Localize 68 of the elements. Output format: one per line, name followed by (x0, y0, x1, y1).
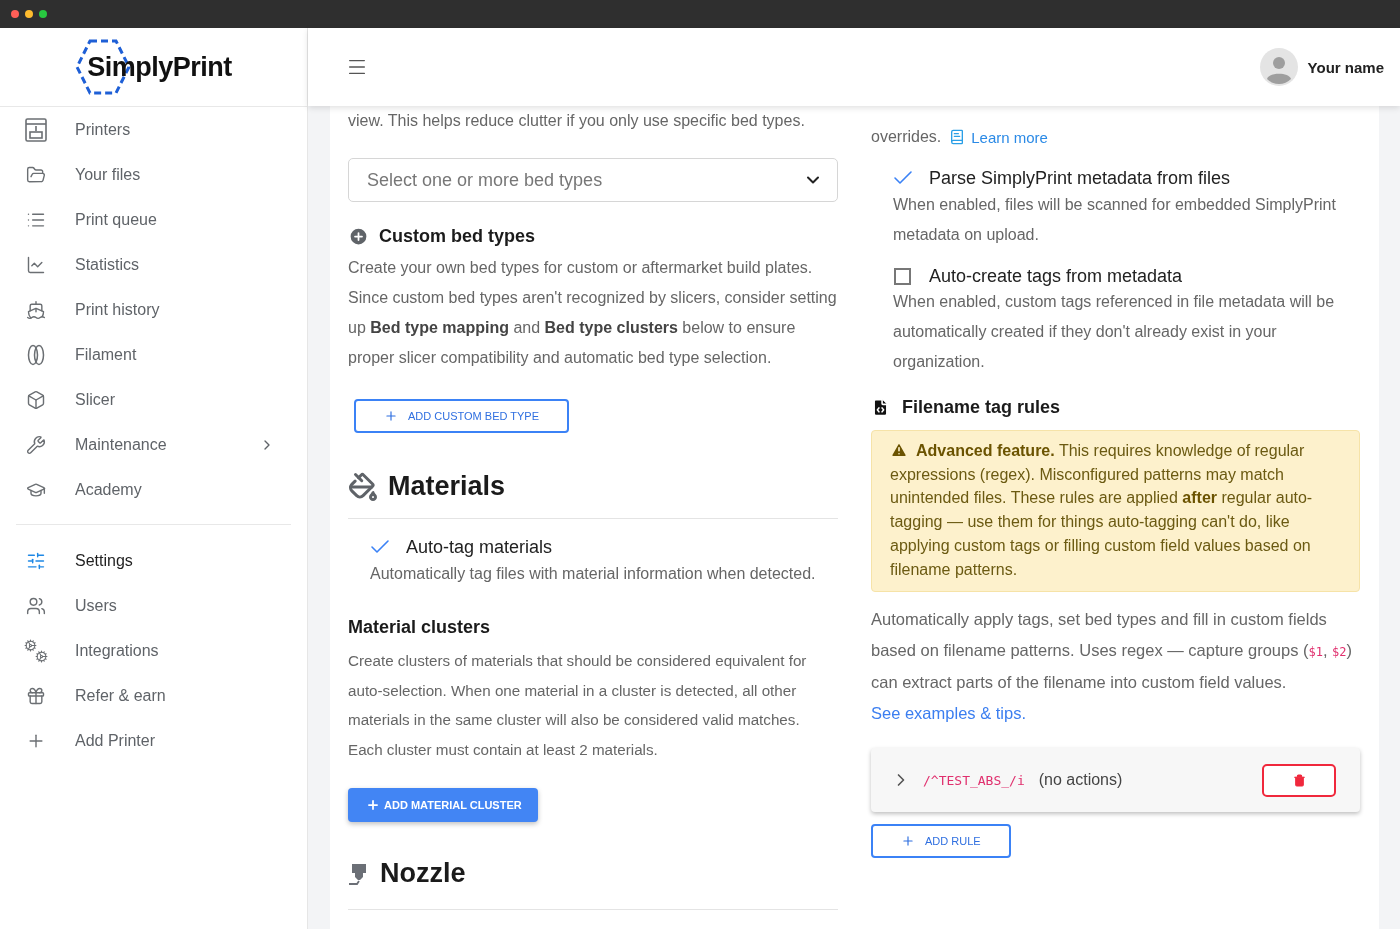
warning-icon (890, 441, 908, 459)
filament-spool-icon (27, 343, 45, 366)
bed-type-select[interactable]: Select one or more bed types (348, 158, 838, 202)
printer-icon (25, 117, 47, 142)
sidebar-item[interactable]: Slicer (16, 377, 291, 422)
section-description: view. This helps reduce clutter if you only use specific bed types. (348, 111, 806, 131)
option-label: Parse SimplyPrint metadata from files (929, 167, 1231, 189)
paint-bucket-icon (348, 471, 378, 502)
sidebar-item[interactable]: Refer & earn (16, 673, 291, 718)
option-description: Automatically tag files with material information when detected. (369, 564, 817, 584)
rule-pattern: /^TEST_ABS_/i (923, 772, 1025, 788)
boat-icon (26, 299, 46, 320)
section-title: Material clusters (348, 617, 492, 638)
gears-icon (24, 638, 48, 663)
cube-icon (26, 389, 46, 410)
section-description: overrides. (871, 127, 942, 147)
settings-icon (26, 550, 46, 571)
rule-summary: (no actions) (1038, 771, 1124, 790)
minimize-window-control[interactable] (25, 10, 33, 18)
zoom-window-control[interactable] (39, 10, 47, 18)
examples-link[interactable]: See examples & tips. (871, 703, 1026, 722)
plus-icon (366, 798, 380, 812)
option-label: Auto-create tags from metadata (929, 266, 1183, 287)
option-description: When enabled, custom tags referenced in file metadata will be automatically created if they don't already exist in your organization. (892, 292, 1336, 372)
sidebar-item[interactable]: Integrations (16, 628, 291, 673)
user-name[interactable]: Your name (1307, 58, 1384, 76)
avatar-icon[interactable] (1259, 48, 1298, 86)
sidebar-item[interactable]: Statistics (16, 242, 291, 287)
section-heading: Materials (388, 471, 506, 502)
delete-button[interactable] (1262, 763, 1336, 797)
sidebar-item[interactable]: Users (16, 583, 291, 628)
plus-icon (901, 834, 915, 849)
plus-circle-icon (348, 226, 369, 247)
section-description: Create your own bed types for custom or aftermarket build plates. Since custom bed types aren't recognized by slicers, consider setting up Bed type mapping and Bed type clusters below to ensure proper slicer compatibility and automatic bed type selection. (348, 259, 837, 366)
rules-description: Automatically apply tags, set bed types and fill in custom fields based on filename patterns. Uses regex — capture groups ($1, $2) can extract parts of the filename into custom field values. See examples & tips. (871, 609, 1354, 724)
gift-icon (26, 685, 46, 706)
trash-icon (1292, 773, 1306, 787)
line-chart-icon (26, 254, 46, 275)
sidebar-item[interactable]: Maintenance (16, 422, 291, 467)
sidebar-item[interactable]: Your files (16, 152, 291, 197)
section-title: Filename tag rules (902, 397, 1061, 418)
rule-row[interactable]: /^TEST_ABS_/i (no actions) (871, 748, 1360, 813)
sidebar-item[interactable]: Printers (16, 107, 291, 152)
add-rule-button[interactable]: ADD RULE (871, 824, 1011, 859)
add-custom-bed-type-button[interactable]: ADD CUSTOM BED TYPE (354, 399, 569, 433)
sidebar-item[interactable]: Print history (16, 287, 291, 332)
sidebar-item[interactable]: Add Printer (16, 718, 291, 763)
sidebar-item[interactable]: Academy (16, 467, 291, 512)
close-window-control[interactable] (11, 10, 19, 18)
file-code-icon (871, 398, 890, 417)
option-description: When enabled, files will be scanned for embedded SimplyPrint metadata on upload. (892, 195, 1337, 245)
brand-name: SimplyPrint (87, 51, 232, 83)
sidebar-item[interactable]: Settings (16, 538, 291, 583)
checkbox[interactable] (894, 268, 911, 285)
section-heading: Nozzle (380, 858, 466, 889)
users-icon (26, 595, 46, 616)
book-icon (949, 129, 966, 145)
sidebar-item[interactable]: Print queue (16, 197, 291, 242)
folder-icon (26, 164, 46, 185)
section-title: Custom bed types (379, 226, 536, 247)
learn-more-link[interactable]: Learn more (971, 128, 1048, 146)
plus-icon (384, 409, 398, 423)
warning-text: Advanced feature. This requires knowledge of regular expressions (regex). Misconfigured patterns may match unintended files. These rules are applied after regular auto-tagging — use them for things auto-tagging can't do, like applying custom tags or filling custom field values based on filename patterns. (890, 440, 1314, 580)
option-label: Auto-tag materials (406, 536, 553, 558)
section-description: Create clusters of materials that should be considered equivalent for auto-selection. When one material in a cluster is detected, all other materials in the same cluster will also be considered valid matches. Each cluster must contain at least 2 materials. (348, 651, 808, 760)
wrench-icon (26, 434, 46, 455)
add-material-cluster-button[interactable]: ADD MATERIAL CLUSTER (348, 788, 538, 822)
sidebar-item[interactable]: Filament (16, 332, 291, 377)
